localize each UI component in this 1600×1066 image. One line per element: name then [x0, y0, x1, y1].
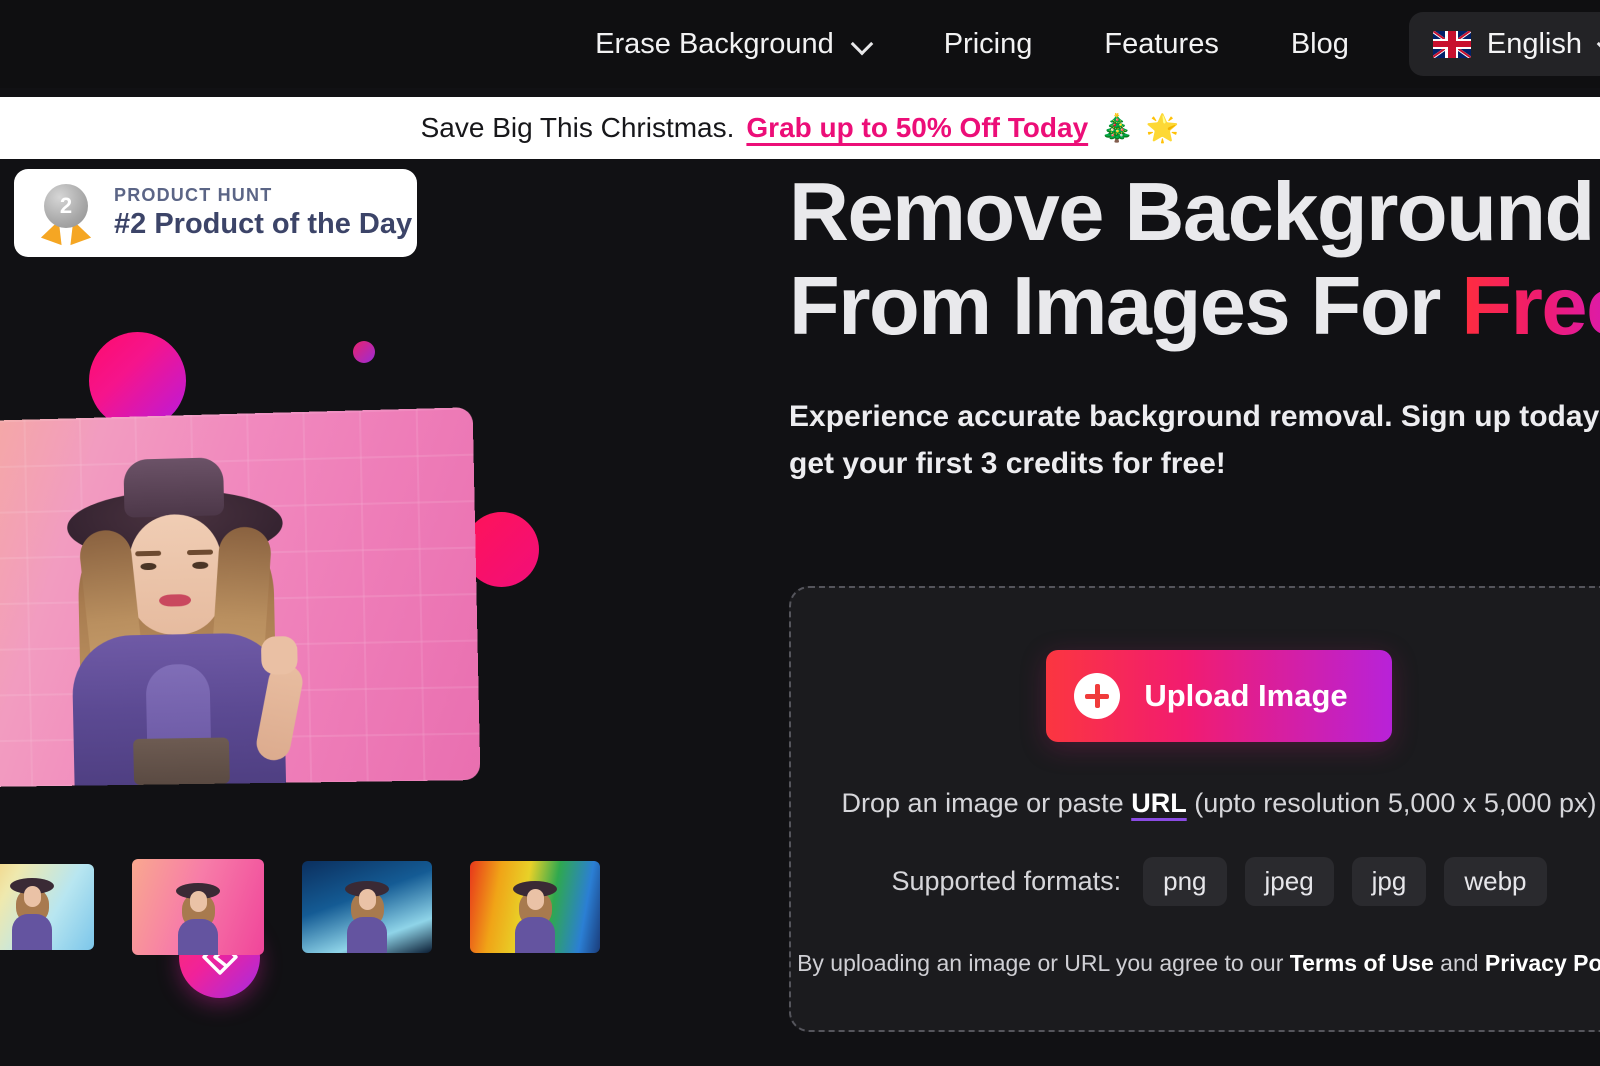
upload-dropzone-panel[interactable]: Upload Image Drop an image or paste URL … [789, 586, 1600, 1032]
nav-links: Erase Background Pricing Features Blog E… [559, 12, 1600, 76]
medal-rank-label: 2 [44, 184, 88, 228]
thumbnail-pink-gradient[interactable] [132, 859, 264, 955]
language-selector[interactable]: English [1408, 12, 1600, 76]
hero-sample-image [0, 407, 481, 788]
sparkle-star-icon: 🌟 [1145, 112, 1180, 143]
product-hunt-title: #2 Product of the Day [114, 207, 413, 240]
promo-banner-link[interactable]: Grab up to 50% Off Today [746, 112, 1088, 144]
plus-circle-icon [1074, 673, 1121, 719]
drop-hint-suffix: (upto resolution 5,000 x 5,000 px) [1186, 788, 1597, 818]
hero-showcase [0, 159, 780, 1066]
nav-item-label: Erase Background [595, 27, 834, 60]
format-chip-jpg: jpg [1351, 857, 1427, 906]
thumbnail-strip [0, 859, 600, 955]
promo-banner-text: Save Big This Christmas. [420, 112, 735, 143]
nav-item-label: Blog [1290, 27, 1349, 60]
privacy-policy-link[interactable]: Privacy Policy [1485, 950, 1600, 976]
decorative-circle-small [353, 341, 375, 363]
nav-item-pricing[interactable]: Pricing [908, 27, 1069, 60]
format-chip-webp: webp [1444, 857, 1547, 906]
chevron-down-icon[interactable] [852, 34, 872, 54]
upload-image-button-label: Upload Image [1144, 678, 1348, 713]
nav-item-label: Features [1104, 27, 1219, 60]
terms-agreement-text: By uploading an image or URL you agree t… [797, 950, 1600, 977]
thumbnail-blue-blocks[interactable] [302, 861, 432, 953]
format-chip-png: png [1143, 857, 1227, 906]
terms-of-use-link[interactable]: Terms of Use [1290, 950, 1434, 976]
page-root: Erase Background Pricing Features Blog E… [0, 0, 1600, 1066]
supported-formats-label: Supported formats: [891, 866, 1122, 896]
hero-content: Remove Background From Images For Free E… [789, 159, 1600, 487]
product-hunt-badge[interactable]: 2 PRODUCT HUNT #2 Product of the Day [14, 169, 417, 257]
uk-flag-icon [1432, 30, 1471, 58]
upload-image-button[interactable]: Upload Image [1046, 650, 1392, 742]
nav-item-blog[interactable]: Blog [1255, 27, 1385, 60]
drop-hint-prefix: Drop an image or paste [841, 788, 1132, 818]
supported-formats-row: Supported formats: png jpeg jpg webp [891, 857, 1547, 906]
product-hunt-texts: PRODUCT HUNT #2 Product of the Day [114, 185, 412, 241]
decorative-circle-large [89, 332, 186, 429]
format-chip-jpeg: jpeg [1244, 857, 1334, 906]
hero-heading-line1: Remove Background [789, 165, 1595, 258]
product-hunt-kicker: PRODUCT HUNT [114, 184, 273, 205]
thumbnail-rainbow[interactable] [470, 861, 600, 953]
hero-heading-accent: Free [1461, 259, 1600, 352]
drop-hint-text: Drop an image or paste URL (upto resolut… [842, 788, 1597, 819]
hero-heading-line2-prefix: From Images For [789, 258, 1462, 352]
page-title: Remove Background From Images For Free [789, 165, 1600, 353]
paste-url-link[interactable]: URL [1131, 788, 1187, 818]
nav-item-label: Pricing [943, 27, 1033, 60]
medal-icon: 2 [38, 184, 94, 246]
language-label: English [1486, 27, 1582, 60]
terms-middle: and [1433, 950, 1485, 976]
nav-item-erase-background[interactable]: Erase Background [559, 27, 908, 60]
hero-subheading: Experience accurate background removal. … [789, 399, 1600, 480]
promo-banner: Save Big This Christmas. Grab up to 50% … [0, 97, 1600, 159]
top-navigation-bar: Erase Background Pricing Features Blog E… [0, 0, 1600, 88]
terms-prefix: By uploading an image or URL you agree t… [797, 950, 1290, 976]
christmas-tree-icon: 🎄 [1100, 112, 1134, 143]
thumbnail-sunset-gradient[interactable] [0, 864, 94, 950]
model-illustration [24, 451, 330, 787]
nav-item-features[interactable]: Features [1068, 27, 1254, 60]
